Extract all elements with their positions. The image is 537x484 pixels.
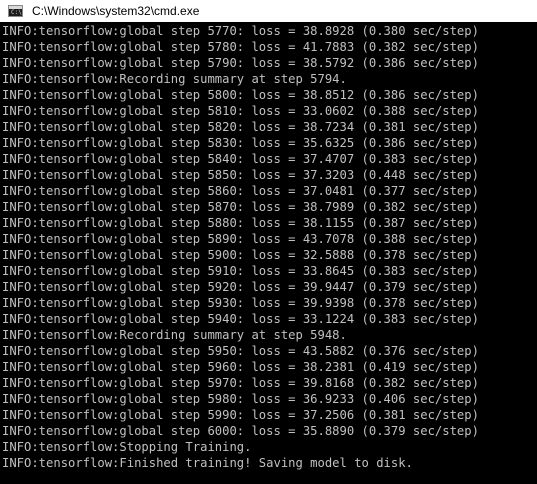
console-line: INFO:tensorflow:global step 5960: loss =…: [2, 360, 479, 374]
cmd-window: C:\ C:\Windows\system32\cmd.exe INFO:ten…: [0, 0, 537, 484]
console-line: INFO:tensorflow:global step 5980: loss =…: [2, 392, 479, 406]
console-line: INFO:tensorflow:global step 5850: loss =…: [2, 168, 479, 182]
console-line: INFO:tensorflow:global step 5860: loss =…: [2, 184, 479, 198]
console-line: INFO:tensorflow:Stopping Training.: [2, 440, 252, 454]
console-line: INFO:tensorflow:global step 5970: loss =…: [2, 376, 479, 390]
console-line: INFO:tensorflow:Recording summary at ste…: [2, 328, 347, 342]
console-line: INFO:tensorflow:global step 5830: loss =…: [2, 136, 479, 150]
title-bar[interactable]: C:\ C:\Windows\system32\cmd.exe: [0, 0, 537, 22]
console-line: INFO:tensorflow:global step 5820: loss =…: [2, 120, 479, 134]
console-line: INFO:tensorflow:global step 5930: loss =…: [2, 296, 479, 310]
console-line: INFO:tensorflow:global step 5890: loss =…: [2, 232, 479, 246]
console-line: INFO:tensorflow:Recording summary at ste…: [2, 72, 347, 86]
console-line: INFO:tensorflow:global step 5780: loss =…: [2, 40, 479, 54]
console-line: INFO:tensorflow:global step 5790: loss =…: [2, 56, 479, 70]
window-title: C:\Windows\system32\cmd.exe: [32, 4, 200, 18]
cmd-icon-glyph: C:\: [11, 9, 22, 16]
console-line: INFO:tensorflow:global step 5770: loss =…: [2, 24, 479, 38]
console-line: INFO:tensorflow:global step 5910: loss =…: [2, 264, 479, 278]
console-line: INFO:tensorflow:global step 5870: loss =…: [2, 200, 479, 214]
console-line: INFO:tensorflow:global step 5840: loss =…: [2, 152, 479, 166]
console-line: INFO:tensorflow:global step 5880: loss =…: [2, 216, 479, 230]
console-line: INFO:tensorflow:Finished training! Savin…: [2, 456, 413, 470]
console-line: INFO:tensorflow:global step 5920: loss =…: [2, 280, 479, 294]
console-line: INFO:tensorflow:global step 5900: loss =…: [2, 248, 479, 262]
console-output[interactable]: INFO:tensorflow:global step 5770: loss =…: [0, 23, 537, 484]
console-line: INFO:tensorflow:global step 5990: loss =…: [2, 408, 479, 422]
console-line: INFO:tensorflow:global step 5800: loss =…: [2, 88, 479, 102]
console-line: INFO:tensorflow:global step 5950: loss =…: [2, 344, 479, 358]
console-line: INFO:tensorflow:global step 6000: loss =…: [2, 424, 479, 438]
console-line: INFO:tensorflow:global step 5810: loss =…: [2, 104, 479, 118]
cmd-icon[interactable]: C:\: [8, 5, 23, 17]
console-line: INFO:tensorflow:global step 5940: loss =…: [2, 312, 479, 326]
